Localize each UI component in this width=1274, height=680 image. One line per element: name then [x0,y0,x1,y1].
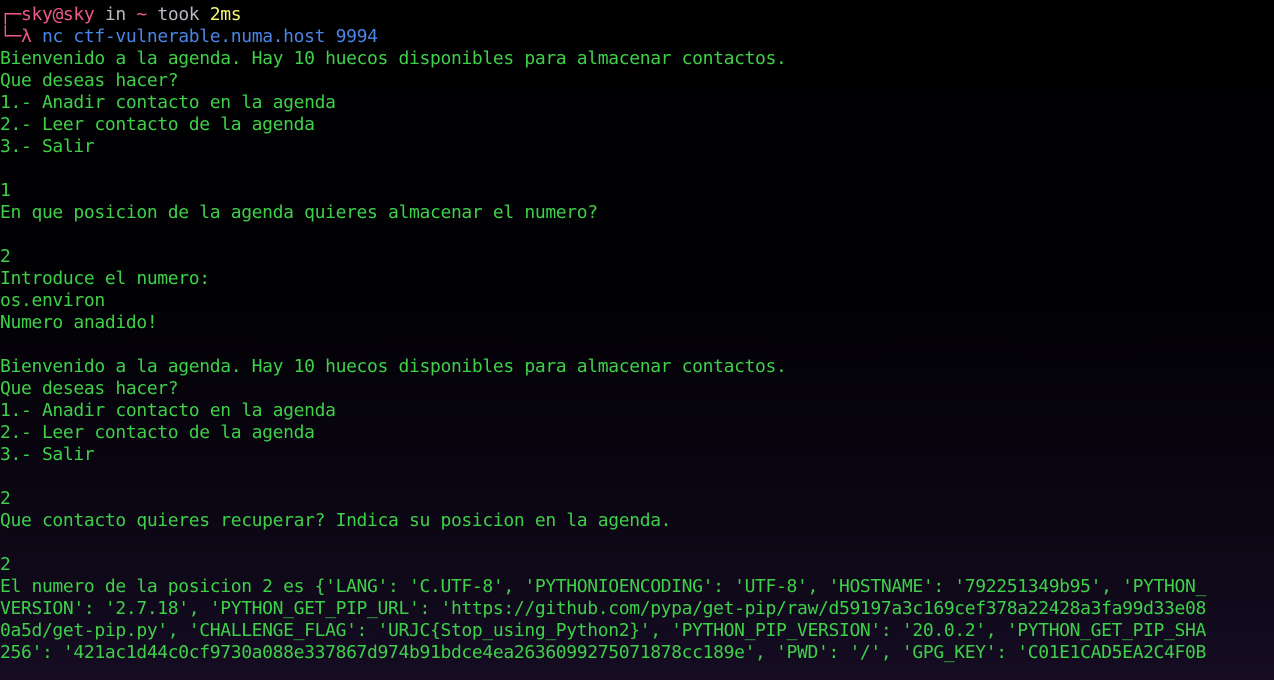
output-line: Que contacto quieres recuperar? Indica s… [0,510,672,531]
output-line: En que posicion de la agenda quieres alm… [0,202,598,223]
output-line: Que deseas hacer? [0,378,179,399]
output-line: 256': '421ac1d44c0cf9730a088e337867d974b… [0,642,1206,663]
output-line: Que deseas hacer? [0,70,179,91]
prompt-top-bracket: ┌─ [0,4,21,25]
output-line: 1 [0,180,11,201]
output-line: 3.- Salir [0,136,95,157]
output-line: VERSION': '2.7.18', 'PYTHON_GET_PIP_URL'… [0,598,1206,619]
prompt-line: ┌─sky@sky in ~ took 2ms [0,4,1274,26]
prompt-in-word: in [94,4,137,25]
prompt-took-word: took [146,4,210,25]
output-line: Bienvenido a la agenda. Hay 10 huecos di… [0,48,787,69]
output-line: Introduce el numero: [0,268,210,289]
prompt-user-host: sky@sky [20,4,95,25]
output-line: 2 [0,554,11,575]
prompt-lambda-icon: λ [20,26,42,47]
terminal-window[interactable]: ┌─sky@sky in ~ took 2ms └─λ nc ctf-vulne… [0,4,1274,680]
output-line: El numero de la posicion 2 es {'LANG': '… [0,576,1206,597]
output-line: Numero anadido! [0,312,158,333]
output-line: 2 [0,488,11,509]
output-line: 2 [0,246,11,267]
output-line: os.environ [0,290,105,311]
terminal-output: Bienvenido a la agenda. Hay 10 huecos di… [0,48,1274,664]
prompt-cwd: ~ [136,4,147,25]
output-line: 1.- Anadir contacto en la agenda [0,400,336,421]
output-line: 1.- Anadir contacto en la agenda [0,92,336,113]
prompt-took-value: 2ms [209,4,242,25]
output-line: 3.- Salir [0,444,95,465]
command-text: nc ctf-vulnerable.numa.host 9994 [41,26,378,47]
output-line: 0a5d/get-pip.py', 'CHALLENGE_FLAG': 'URJ… [0,620,1206,641]
prompt-bottom-bracket: └─ [0,26,21,47]
command-line: └─λ nc ctf-vulnerable.numa.host 9994 [0,26,1274,48]
output-line: 2.- Leer contacto de la agenda [0,114,315,135]
output-line: Bienvenido a la agenda. Hay 10 huecos di… [0,356,787,377]
output-line: 2.- Leer contacto de la agenda [0,422,315,443]
